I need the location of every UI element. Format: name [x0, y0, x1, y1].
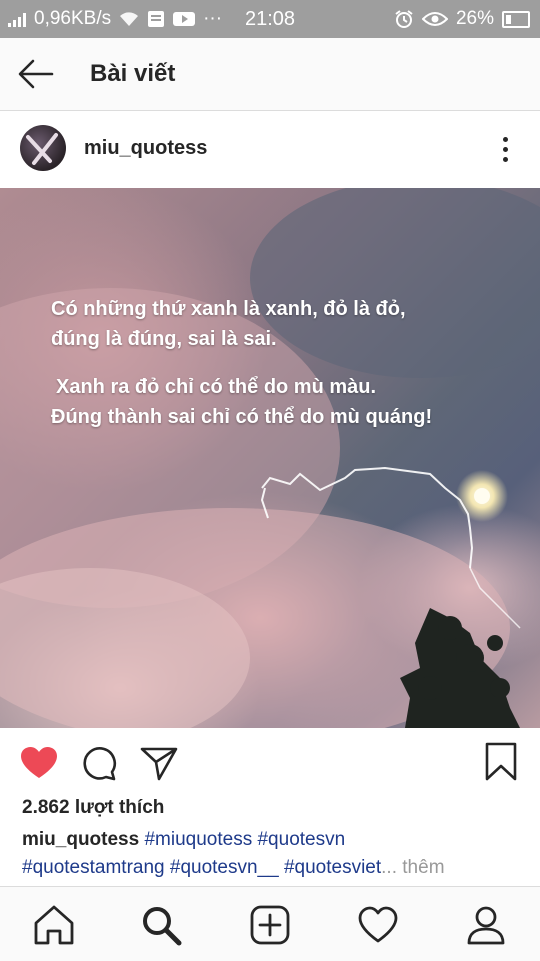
post-image-quote: Có những thứ xanh là xanh, đỏ là đỏ, đún…	[0, 188, 540, 728]
battery-percent: 26%	[455, 8, 494, 29]
more-vertical-icon[interactable]	[490, 131, 520, 167]
caption-tags-2[interactable]: #quotestamtrang #quotesvn__ #quotesviet	[22, 857, 381, 878]
avatar[interactable]	[20, 125, 66, 171]
post-header: miu_quotess	[0, 111, 540, 187]
add-post-icon[interactable]	[248, 903, 292, 947]
activity-heart-icon[interactable]	[356, 903, 400, 947]
post-actions	[0, 728, 540, 798]
search-icon[interactable]	[139, 903, 183, 947]
comment-icon[interactable]	[82, 746, 118, 782]
caption-line-2: #quotestamtrang #quotesvn__ #quotesviet.…	[22, 854, 522, 882]
quote-line-4: Đúng thành sai chỉ có thể do mù quáng!	[51, 406, 433, 428]
caption-line-1: miu_quotess #miuquotess #quotesvn	[22, 826, 522, 854]
caption-ellipsis: ...	[381, 857, 397, 878]
page-title: Bài viết	[90, 60, 176, 87]
status-bar: 0,96KB/s ··· 21:08 26%	[0, 0, 540, 38]
send-icon[interactable]	[140, 746, 178, 782]
caption-more-link[interactable]: thêm	[402, 857, 444, 878]
profile-icon[interactable]	[464, 903, 508, 947]
avatar-image	[26, 133, 58, 165]
quote-line-3: Xanh ra đỏ chỉ có thể do mù màu.	[56, 376, 377, 398]
eye-icon	[421, 12, 448, 26]
quote-line-2: đúng là đúng, sai là sai.	[51, 328, 277, 350]
bottom-nav	[0, 886, 540, 961]
home-icon[interactable]	[32, 903, 76, 947]
alarm-icon	[395, 10, 413, 28]
post-caption: miu_quotess #miuquotess #quotesvn #quote…	[22, 826, 522, 882]
bookmark-icon[interactable]	[484, 742, 518, 782]
caption-tags-1[interactable]: #miuquotess #quotesvn	[144, 829, 345, 850]
caption-username[interactable]: miu_quotess	[22, 829, 139, 850]
heart-filled-icon[interactable]	[20, 746, 58, 780]
post-image[interactable]: Có những thứ xanh là xanh, đỏ là đỏ, đún…	[0, 188, 540, 728]
arrow-left-icon[interactable]	[16, 56, 56, 92]
status-right: 26%	[394, 8, 530, 30]
like-count[interactable]: 2.862 lượt thích	[22, 797, 164, 819]
battery-icon	[502, 10, 530, 28]
app-bar: Bài viết	[0, 38, 540, 111]
quote-line-1: Có những thứ xanh là xanh, đỏ là đỏ,	[51, 298, 406, 320]
post-username[interactable]: miu_quotess	[84, 137, 207, 160]
